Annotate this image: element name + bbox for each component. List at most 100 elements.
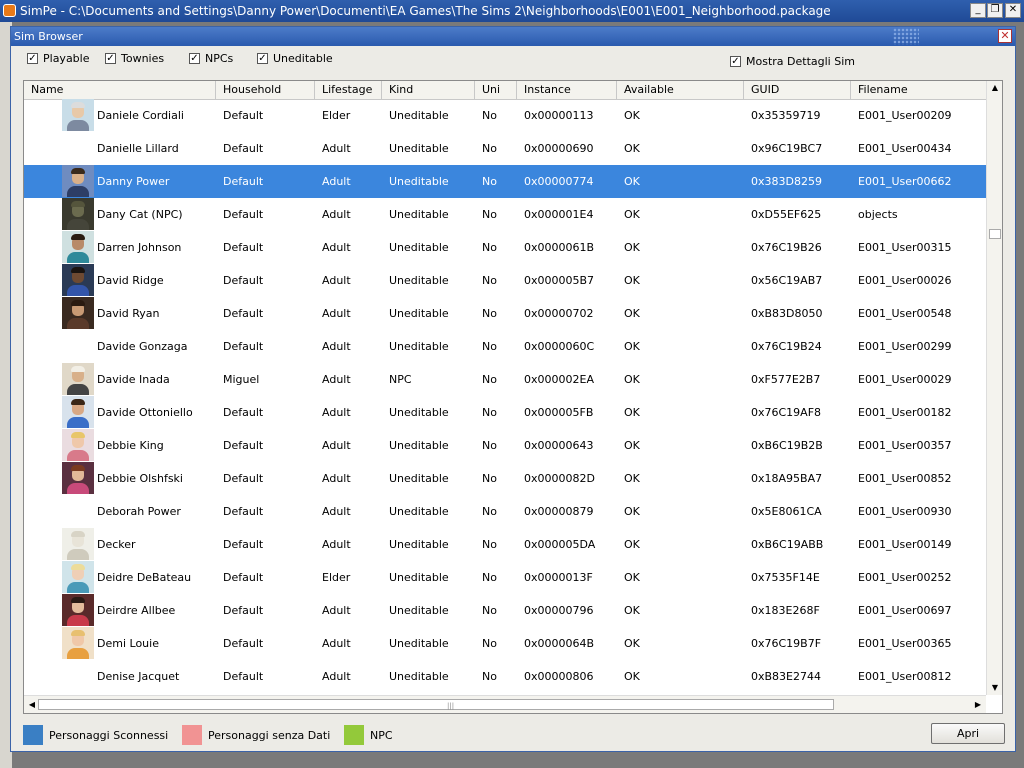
cell-lifestage: Adult <box>322 472 351 485</box>
cell-household: Default <box>223 175 264 188</box>
cell-filename: E001_User00357 <box>858 439 952 452</box>
dialog-close-button[interactable]: ✕ <box>998 29 1012 43</box>
col-uni[interactable]: Uni <box>475 81 517 99</box>
cell-filename: E001_User00149 <box>858 538 952 551</box>
cell-lifestage: Elder <box>322 109 351 122</box>
table-row[interactable]: Denise Jacquet Default Adult Uneditable No 0x… <box>24 660 986 693</box>
cell-guid: 0x76C19B7F <box>751 637 822 650</box>
show-sim-details-checkbox[interactable]: ✓ Mostra Dettagli Sim <box>730 55 855 68</box>
cell-available: OK <box>624 109 640 122</box>
table-row[interactable]: Deborah Power Default Adult Uneditable No 0x0… <box>24 495 986 528</box>
cell-uni: No <box>482 241 497 254</box>
cell-filename: E001_User00697 <box>858 604 952 617</box>
sim-list[interactable]: Name Household Lifestage Kind Uni Instan… <box>23 80 1003 714</box>
vertical-scroll-thumb[interactable] <box>989 229 1001 239</box>
table-row[interactable]: David Ridge Default Adult Uneditable No 0x000… <box>24 264 986 297</box>
filter-playable[interactable]: ✓ Playable <box>27 52 90 65</box>
table-row[interactable]: Deidre DeBateau Default Elder Uneditable No 0… <box>24 561 986 594</box>
cell-uni: No <box>482 538 497 551</box>
cell-instance: 0x000005FB <box>524 406 594 419</box>
table-row[interactable]: Demi Louie Default Adult Uneditable No 0x0000… <box>24 627 986 660</box>
cell-instance: 0x0000061B <box>524 241 595 254</box>
cell-filename: E001_User00812 <box>858 670 952 683</box>
cell-lifestage: Adult <box>322 637 351 650</box>
cell-kind: Uneditable <box>389 670 449 683</box>
cell-uni: No <box>482 472 497 485</box>
table-row[interactable]: Daniele Cordiali Default Elder Uneditable No… <box>24 99 986 132</box>
table-row[interactable]: Davide Gonzaga Default Adult Uneditable No 0x… <box>24 330 986 363</box>
col-kind[interactable]: Kind <box>382 81 475 99</box>
cell-filename: objects <box>858 208 898 221</box>
cell-household: Default <box>223 208 264 221</box>
cell-household: Default <box>223 241 264 254</box>
cell-lifestage: Adult <box>322 439 351 452</box>
cell-guid: 0x383D8259 <box>751 175 822 188</box>
arrow-right-icon[interactable]: ▶ <box>970 700 986 709</box>
table-row[interactable]: Danny Power Default Adult Uneditable No 0x000… <box>24 165 986 198</box>
sim-rows: Daniele Cordiali Default Elder Uneditable No… <box>24 99 986 695</box>
cell-lifestage: Adult <box>322 538 351 551</box>
col-household[interactable]: Household <box>216 81 315 99</box>
title-decoration <box>893 28 919 45</box>
table-row[interactable]: Dany Cat (NPC) Default Adult Uneditable No 0x… <box>24 198 986 231</box>
cell-guid: 0xB83E2744 <box>751 670 821 683</box>
table-row[interactable]: Danielle Lillard Default Adult Uneditable No… <box>24 132 986 165</box>
cell-lifestage: Adult <box>322 406 351 419</box>
check-icon[interactable]: ✓ <box>257 53 268 64</box>
cell-available: OK <box>624 604 640 617</box>
col-instance[interactable]: Instance <box>517 81 617 99</box>
cell-filename: E001_User00029 <box>858 373 952 386</box>
filter-label: Uneditable <box>273 52 333 65</box>
check-icon[interactable]: ✓ <box>105 53 116 64</box>
sim-thumbnail <box>62 627 94 659</box>
minimize-button[interactable]: _ <box>970 3 986 18</box>
cell-name: Debbie Olshfski <box>97 472 183 485</box>
cell-uni: No <box>482 340 497 353</box>
table-row[interactable]: Decker Default Adult Uneditable No 0x000005DA… <box>24 528 986 561</box>
table-row[interactable]: Debbie King Default Adult Uneditable No 0x000… <box>24 429 986 462</box>
col-available[interactable]: Available <box>617 81 744 99</box>
filter-npcs[interactable]: ✓ NPCs <box>189 52 233 65</box>
vertical-scrollbar[interactable]: ▲ ▼ <box>986 81 1002 695</box>
check-icon[interactable]: ✓ <box>189 53 200 64</box>
horizontal-scrollbar[interactable]: ◀ ||| ▶ <box>24 695 986 713</box>
col-filename[interactable]: Filename <box>851 81 986 99</box>
cell-instance: 0x000001E4 <box>524 208 594 221</box>
check-icon[interactable]: ✓ <box>730 56 741 67</box>
maximize-button[interactable]: ❐ <box>987 3 1003 18</box>
table-row[interactable]: Darren Johnson Default Adult Uneditable No 0x… <box>24 231 986 264</box>
cell-guid: 0xB6C19B2B <box>751 439 823 452</box>
table-row[interactable]: David Ryan Default Adult Uneditable No 0x0000… <box>24 297 986 330</box>
arrow-up-icon[interactable]: ▲ <box>987 83 1002 92</box>
cell-name: David Ridge <box>97 274 164 287</box>
cell-available: OK <box>624 571 640 584</box>
table-row[interactable]: Deirdre Allbee Default Adult Uneditable No 0x… <box>24 594 986 627</box>
legend-swatch <box>182 725 202 745</box>
cell-guid: 0xF577E2B7 <box>751 373 821 386</box>
col-guid[interactable]: GUID <box>744 81 851 99</box>
table-row[interactable]: Davide Inada Miguel Adult NPC No 0x000002EA OK… <box>24 363 986 396</box>
cell-household: Default <box>223 109 264 122</box>
filter-townies[interactable]: ✓ Townies <box>105 52 164 65</box>
horizontal-scroll-thumb[interactable]: ||| <box>38 699 834 710</box>
cell-uni: No <box>482 670 497 683</box>
filter-uneditable[interactable]: ✓ Uneditable <box>257 52 333 65</box>
arrow-down-icon[interactable]: ▼ <box>987 683 1002 692</box>
table-row[interactable]: Debbie Olshfski Default Adult Uneditable No 0… <box>24 462 986 495</box>
cell-available: OK <box>624 175 640 188</box>
cell-filename: E001_User00365 <box>858 637 952 650</box>
table-row[interactable]: Davide Ottoniello Default Adult Uneditable N… <box>24 396 986 429</box>
cell-kind: Uneditable <box>389 241 449 254</box>
app-close-button[interactable]: ✕ <box>1005 3 1021 18</box>
col-name[interactable]: Name <box>24 81 216 99</box>
check-icon[interactable]: ✓ <box>27 53 38 64</box>
sim-thumbnail <box>62 231 94 263</box>
cell-lifestage: Adult <box>322 208 351 221</box>
sim-thumbnail <box>62 165 94 197</box>
cell-filename: E001_User00299 <box>858 340 952 353</box>
cell-name: Debbie King <box>97 439 164 452</box>
open-button[interactable]: Apri <box>931 723 1005 744</box>
col-lifestage[interactable]: Lifestage <box>315 81 382 99</box>
cell-uni: No <box>482 571 497 584</box>
cell-lifestage: Adult <box>322 604 351 617</box>
